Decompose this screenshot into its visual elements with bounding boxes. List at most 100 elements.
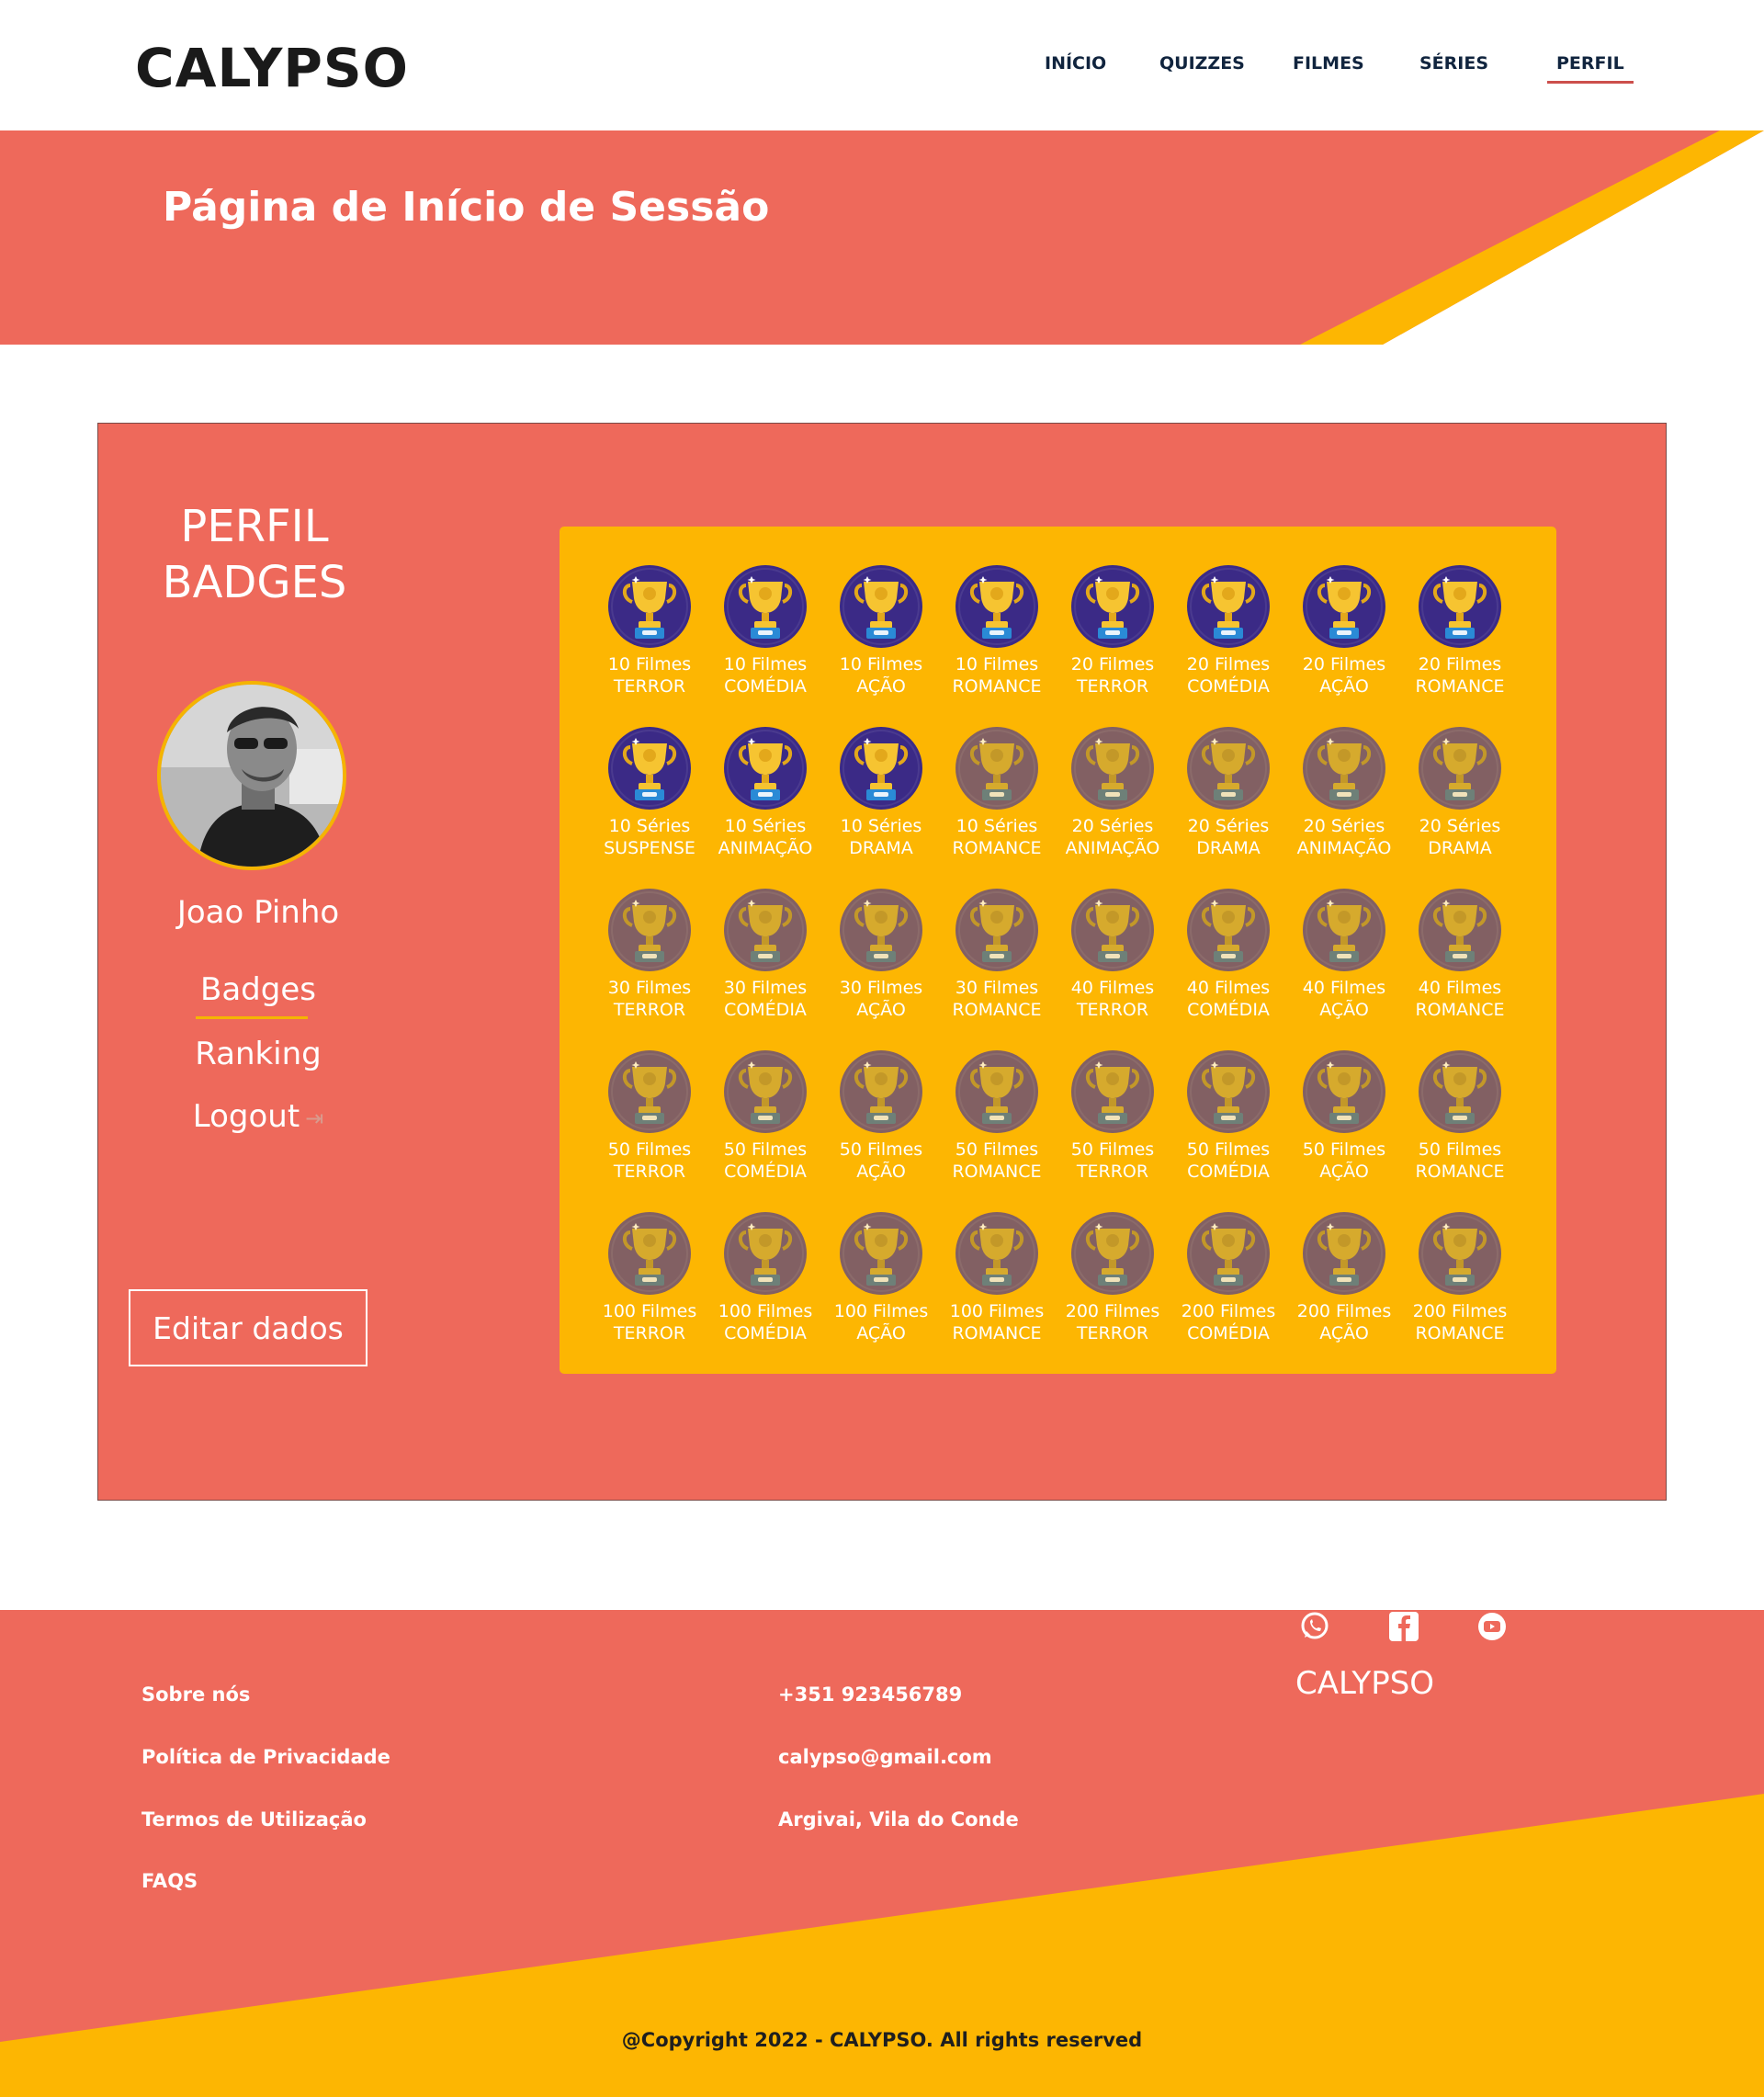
badge-label: 200 Filmes COMÉDIA [1166, 1300, 1291, 1344]
badge-label-line1: 20 Séries [1071, 816, 1154, 836]
badge-label-line2: ANIMAÇÃO [1065, 838, 1160, 858]
trophy-icon [840, 1050, 922, 1133]
trophy-icon [608, 1050, 691, 1133]
badge-label: 10 Séries ROMANCE [934, 815, 1059, 859]
badge-label-line2: DRAMA [849, 838, 913, 858]
nav-quizzes[interactable]: QUIZZES [1159, 53, 1245, 74]
badge-label-line2: ANIMAÇÃO [1296, 838, 1392, 858]
sidebar-link-badges[interactable]: Badges [126, 971, 390, 1008]
logout-label: Logout [192, 1098, 300, 1135]
trophy-icon [956, 565, 1038, 648]
footer-link-about[interactable]: Sobre nós [141, 1683, 250, 1706]
badge-label: 30 Filmes ROMANCE [934, 977, 1059, 1021]
badge-label-line2: COMÉDIA [1187, 1000, 1270, 1020]
badge-label: 20 Filmes ROMANCE [1397, 653, 1522, 697]
badge-label-line2: COMÉDIA [1187, 1162, 1270, 1182]
badges-grid: 10 FilmesTERROR 10 FilmesCOMÉDIA 10 Fi [560, 527, 1556, 1374]
badge-label: 20 Filmes COMÉDIA [1166, 653, 1291, 697]
badge-label: 20 Séries DRAMA [1397, 815, 1522, 859]
badge-label-line1: 30 Filmes [955, 978, 1039, 998]
badge-label-line2: DRAMA [1196, 838, 1261, 858]
badge-label: 50 Filmes COMÉDIA [703, 1139, 828, 1183]
badge-label: 10 Séries SUSPENSE [587, 815, 712, 859]
badge-label-line1: 50 Filmes [1418, 1139, 1502, 1160]
profile-title-line1: PERFIL [180, 501, 329, 552]
nav-filmes[interactable]: FILMES [1293, 53, 1364, 74]
badge-label: 50 Filmes COMÉDIA [1166, 1139, 1291, 1183]
edit-profile-button[interactable]: Editar dados [129, 1289, 368, 1366]
footer-email[interactable]: calypso@gmail.com [778, 1746, 992, 1768]
trophy-icon [1303, 727, 1385, 810]
active-link-underline [196, 1016, 308, 1019]
badge-label: 20 Filmes AÇÃO [1282, 653, 1407, 697]
badge-label-line2: ROMANCE [1415, 676, 1505, 697]
badge-label-line2: ROMANCE [1415, 1000, 1505, 1020]
trophy-icon [1303, 565, 1385, 648]
sidebar-link-logout[interactable]: Logout ⇥ [126, 1098, 390, 1135]
whatsapp-icon[interactable] [1298, 1610, 1331, 1643]
badge-label: 10 Séries DRAMA [819, 815, 944, 859]
trophy-icon [1187, 889, 1270, 971]
badge-label-line2: COMÉDIA [724, 1162, 807, 1182]
badge-label: 50 Filmes AÇÃO [1282, 1139, 1407, 1183]
badge-label-line1: 10 Séries [724, 816, 807, 836]
trophy-icon [608, 1212, 691, 1295]
badge-label-line1: 100 Filmes [833, 1301, 929, 1321]
badge-label-line1: 50 Filmes [607, 1139, 692, 1160]
badge-label-line2: TERROR [1076, 1000, 1149, 1020]
trophy-icon [1187, 1050, 1270, 1133]
trophy-icon [724, 889, 807, 971]
youtube-icon[interactable] [1476, 1610, 1509, 1643]
site-footer: Sobre nós Política de Privacidade Termos… [0, 1610, 1764, 2097]
footer-phone[interactable]: +351 923456789 [778, 1683, 962, 1706]
footer-link-faqs[interactable]: FAQS [141, 1870, 198, 1892]
page-title: Página de Início de Sessão [163, 184, 770, 231]
footer-address: Argivai, Vila do Conde [778, 1808, 1019, 1831]
badge-label: 200 Filmes ROMANCE [1397, 1300, 1522, 1344]
nav-series[interactable]: SÉRIES [1419, 53, 1488, 74]
badge-label-line1: 30 Filmes [723, 978, 808, 998]
badge-label: 100 Filmes AÇÃO [819, 1300, 944, 1344]
badge-label-line1: 10 Séries [840, 816, 922, 836]
nav-inicio[interactable]: INÍCIO [1045, 53, 1106, 74]
trophy-icon [608, 889, 691, 971]
badge-label-line2: ROMANCE [1415, 1162, 1505, 1182]
badge-label-line2: TERROR [613, 1162, 686, 1182]
badge-label: 30 Filmes TERROR [587, 977, 712, 1021]
badge-label-line1: 50 Filmes [1302, 1139, 1386, 1160]
facebook-icon[interactable] [1387, 1610, 1420, 1643]
badge-label-line2: ROMANCE [952, 1000, 1042, 1020]
profile-section-title: PERFIL BADGES [153, 499, 356, 611]
footer-link-terms[interactable]: Termos de Utilização [141, 1808, 367, 1831]
trophy-icon [1419, 565, 1501, 648]
trophy-icon [1419, 727, 1501, 810]
trophy-icon [608, 565, 691, 648]
footer-link-privacy[interactable]: Política de Privacidade [141, 1746, 390, 1768]
sidebar-link-ranking[interactable]: Ranking [126, 1036, 390, 1072]
nav-perfil[interactable]: PERFIL [1547, 53, 1634, 84]
badge-label: 20 Séries ANIMAÇÃO [1050, 815, 1175, 859]
badge-label-line1: 10 Séries [608, 816, 691, 836]
badge-label: 20 Séries ANIMAÇÃO [1282, 815, 1407, 859]
avatar-photo [161, 685, 343, 867]
badge-label-line2: TERROR [613, 676, 686, 697]
trophy-icon [1071, 1050, 1154, 1133]
badge-label: 100 Filmes TERROR [587, 1300, 712, 1344]
trophy-icon [1187, 565, 1270, 648]
badge-label-line2: COMÉDIA [724, 676, 807, 697]
profile-title-line2: BADGES [162, 557, 347, 608]
badge-label: 20 Filmes TERROR [1050, 653, 1175, 697]
trophy-icon [1187, 727, 1270, 810]
badge-label: 10 Filmes AÇÃO [819, 653, 944, 697]
badge-label-line2: ROMANCE [952, 838, 1042, 858]
badge-label: 200 Filmes AÇÃO [1282, 1300, 1407, 1344]
badge-label-line2: AÇÃO [856, 1323, 906, 1343]
site-header: CALYPSO INÍCIO QUIZZES FILMES SÉRIES PER… [0, 0, 1764, 130]
badge-label-line2: COMÉDIA [1187, 676, 1270, 697]
badge-label-line2: AÇÃO [856, 676, 906, 697]
trophy-icon [956, 1050, 1038, 1133]
trophy-icon [1071, 727, 1154, 810]
badge-label-line2: AÇÃO [1319, 1000, 1369, 1020]
trophy-icon [1187, 1212, 1270, 1295]
trophy-icon [1419, 1050, 1501, 1133]
